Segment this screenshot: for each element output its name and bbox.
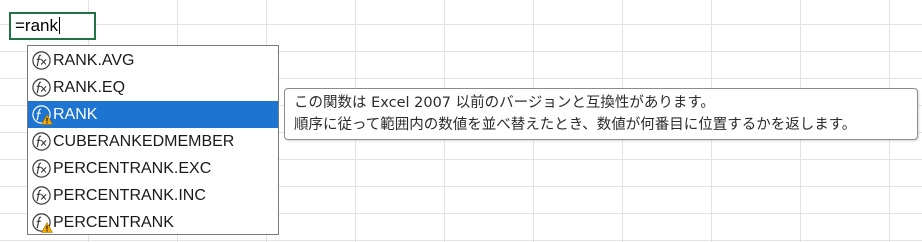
formula-text: =rank xyxy=(15,16,58,35)
autocomplete-item-percentrank-exc[interactable]: PERCENTRANK.EXC xyxy=(28,155,278,182)
autocomplete-item-rank-avg[interactable]: RANK.AVG xyxy=(28,47,278,74)
tooltip-function-description: 順序に従って範囲内の数値を並べ替えたとき、数値が何番目に位置するかを返します。 xyxy=(294,117,857,133)
autocomplete-item-percentrank[interactable]: PERCENTRANK xyxy=(28,209,278,236)
function-compat-warning-icon xyxy=(31,212,53,233)
autocomplete-item-label: RANK.EQ xyxy=(53,78,126,96)
tooltip-compatibility-note: この関数は Excel 2007 以前のバージョンと互換性があります。 xyxy=(294,95,715,111)
function-autocomplete-list[interactable]: RANK.AVG RANK.EQ RANK CUBERANKEDMEMBER P… xyxy=(27,45,279,235)
autocomplete-item-label: PERCENTRANK.INC xyxy=(53,186,206,204)
function-icon xyxy=(31,158,52,179)
autocomplete-item-label: PERCENTRANK.EXC xyxy=(53,159,212,177)
function-icon xyxy=(31,185,52,206)
warning-triangle-icon xyxy=(41,222,53,233)
function-icon xyxy=(31,50,52,71)
function-icon xyxy=(31,77,52,98)
autocomplete-item-label: RANK.AVG xyxy=(53,51,135,69)
function-icon xyxy=(31,131,52,152)
autocomplete-item-label: RANK xyxy=(53,105,98,123)
autocomplete-item-percentrank-inc[interactable]: PERCENTRANK.INC xyxy=(28,182,278,209)
autocomplete-item-rank[interactable]: RANK xyxy=(28,101,278,128)
function-compat-warning-icon xyxy=(31,104,53,125)
text-caret xyxy=(59,17,60,34)
autocomplete-item-rank-eq[interactable]: RANK.EQ xyxy=(28,74,278,101)
function-description-tooltip: この関数は Excel 2007 以前のバージョンと互換性があります。 順序に従… xyxy=(284,88,918,140)
autocomplete-item-label: PERCENTRANK xyxy=(53,213,174,231)
autocomplete-item-cuberankedmember[interactable]: CUBERANKEDMEMBER xyxy=(28,128,278,155)
warning-triangle-icon xyxy=(41,114,53,125)
active-cell-editor[interactable]: =rank xyxy=(9,12,96,40)
autocomplete-item-label: CUBERANKEDMEMBER xyxy=(53,132,235,150)
